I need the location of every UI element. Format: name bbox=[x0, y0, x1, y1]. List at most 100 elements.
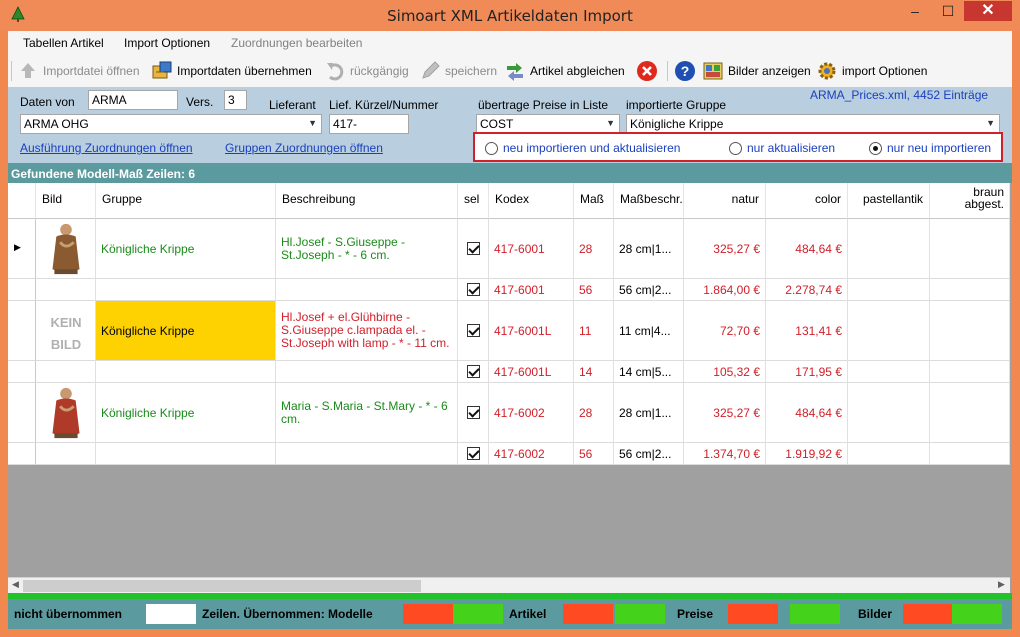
cell-natur[interactable]: 325,27 € bbox=[684, 219, 766, 279]
select-checkbox[interactable] bbox=[466, 324, 480, 337]
cell-beschreibung[interactable]: Hl.Josef - S.Giuseppe - St.Joseph - * - … bbox=[276, 219, 458, 279]
cell-bild[interactable]: KEIN BILD bbox=[36, 301, 96, 361]
cell-beschreibung[interactable] bbox=[276, 279, 458, 301]
select-checkbox[interactable] bbox=[466, 406, 480, 419]
row-header[interactable] bbox=[8, 383, 36, 443]
cell-pastell[interactable] bbox=[848, 279, 930, 301]
cell-sel[interactable] bbox=[458, 279, 489, 301]
column-header-beschreibung[interactable]: Beschreibung bbox=[276, 183, 458, 219]
open-file-button[interactable]: Importdatei öffnen bbox=[17, 60, 140, 82]
maximize-button[interactable]: ☐ bbox=[933, 1, 963, 21]
cell-massbeschr[interactable]: 56 cm|2... bbox=[614, 279, 684, 301]
cell-mass[interactable]: 28 bbox=[574, 383, 614, 443]
table-row[interactable]: KEIN BILD Königliche Krippe Hl.Josef + el.G… bbox=[8, 301, 1010, 361]
import-options-button[interactable]: import Optionen bbox=[816, 60, 927, 82]
menu-zuordnungen-bearbeiten[interactable]: Zuordnungen bearbeiten bbox=[231, 36, 362, 50]
column-header-pastell[interactable]: pastellantik bbox=[848, 183, 930, 219]
compare-articles-button[interactable]: Artikel abgleichen bbox=[504, 60, 625, 82]
cell-bild[interactable] bbox=[36, 279, 96, 301]
select-checkbox[interactable] bbox=[466, 242, 480, 255]
cell-braun[interactable] bbox=[930, 279, 1010, 301]
cell-natur[interactable]: 1.374,70 € bbox=[684, 443, 766, 465]
radio-nur-neu-importieren[interactable]: nur neu importieren bbox=[869, 141, 991, 155]
lieferant-select[interactable]: ARMA OHG ▼ bbox=[20, 114, 322, 134]
cell-natur[interactable]: 105,32 € bbox=[684, 361, 766, 383]
row-header[interactable] bbox=[8, 443, 36, 465]
menu-tabellen-artikel[interactable]: Tabellen Artikel bbox=[23, 36, 104, 50]
cell-bild[interactable] bbox=[36, 383, 96, 443]
show-images-button[interactable]: Bilder anzeigen bbox=[702, 60, 811, 82]
cell-mass[interactable]: 28 bbox=[574, 219, 614, 279]
cell-mass[interactable]: 56 bbox=[574, 279, 614, 301]
cell-gruppe[interactable]: Königliche Krippe bbox=[96, 219, 276, 279]
cell-braun[interactable] bbox=[930, 361, 1010, 383]
cell-massbeschr[interactable]: 28 cm|1... bbox=[614, 383, 684, 443]
cell-massbeschr[interactable]: 56 cm|2... bbox=[614, 443, 684, 465]
cell-bild[interactable] bbox=[36, 361, 96, 383]
cell-braun[interactable] bbox=[930, 301, 1010, 361]
cell-mass[interactable]: 56 bbox=[574, 443, 614, 465]
cell-sel[interactable] bbox=[458, 443, 489, 465]
daten-von-input[interactable]: ARMA bbox=[88, 90, 178, 110]
cell-kodex[interactable]: 417-6001 bbox=[489, 219, 574, 279]
scroll-thumb[interactable] bbox=[23, 580, 421, 592]
column-header-bild[interactable]: Bild bbox=[36, 183, 96, 219]
cell-sel[interactable] bbox=[458, 361, 489, 383]
column-header-gruppe[interactable]: Gruppe bbox=[96, 183, 276, 219]
undo-button[interactable]: rückgängig bbox=[324, 60, 409, 82]
ausfuehrung-zuordnungen-link[interactable]: Ausführung Zuordnungen öffnen bbox=[20, 141, 193, 155]
cell-gruppe[interactable]: Königliche Krippe bbox=[96, 301, 276, 361]
version-input[interactable]: 3 bbox=[224, 90, 247, 110]
cell-massbeschr[interactable]: 14 cm|5... bbox=[614, 361, 684, 383]
cancel-icon[interactable] bbox=[636, 60, 658, 82]
column-header-natur[interactable]: natur bbox=[684, 183, 766, 219]
apply-import-button[interactable]: Importdaten übernehmen bbox=[151, 60, 312, 82]
cell-mass[interactable]: 14 bbox=[574, 361, 614, 383]
cell-color[interactable]: 131,41 € bbox=[766, 301, 848, 361]
kuerzel-input[interactable]: 417- bbox=[329, 114, 409, 134]
cell-braun[interactable] bbox=[930, 219, 1010, 279]
cell-braun[interactable] bbox=[930, 383, 1010, 443]
radio-nur-aktualisieren[interactable]: nur aktualisieren bbox=[729, 141, 835, 155]
cell-pastell[interactable] bbox=[848, 219, 930, 279]
close-button[interactable]: ✕ bbox=[964, 1, 1012, 21]
cell-kodex[interactable]: 417-6001 bbox=[489, 279, 574, 301]
cell-gruppe[interactable]: Königliche Krippe bbox=[96, 383, 276, 443]
cell-beschreibung[interactable] bbox=[276, 443, 458, 465]
cell-color[interactable]: 1.919,92 € bbox=[766, 443, 848, 465]
cell-natur[interactable]: 72,70 € bbox=[684, 301, 766, 361]
cell-color[interactable]: 484,64 € bbox=[766, 219, 848, 279]
menu-import-optionen[interactable]: Import Optionen bbox=[124, 36, 210, 50]
cell-beschreibung[interactable]: Hl.Josef + el.Glühbirne - S.Giuseppe c.l… bbox=[276, 301, 458, 361]
cell-pastell[interactable] bbox=[848, 361, 930, 383]
cell-beschreibung[interactable] bbox=[276, 361, 458, 383]
gruppen-zuordnungen-link[interactable]: Gruppen Zuordnungen öffnen bbox=[225, 141, 383, 155]
column-header-massbeschr[interactable]: Maßbeschr. bbox=[614, 183, 684, 219]
cell-massbeschr[interactable]: 28 cm|1... bbox=[614, 219, 684, 279]
cell-kodex[interactable]: 417-6002 bbox=[489, 443, 574, 465]
cell-braun[interactable] bbox=[930, 443, 1010, 465]
cell-kodex[interactable]: 417-6001L bbox=[489, 361, 574, 383]
table-row[interactable]: ▶ Königliche Krippe Hl.Josef - S.Giuseppe … bbox=[8, 219, 1010, 279]
row-header[interactable]: ▶ bbox=[8, 219, 36, 279]
cell-sel[interactable] bbox=[458, 383, 489, 443]
cell-kodex[interactable]: 417-6002 bbox=[489, 383, 574, 443]
cell-natur[interactable]: 325,27 € bbox=[684, 383, 766, 443]
row-header[interactable] bbox=[8, 361, 36, 383]
horizontal-scrollbar[interactable]: ◀ ▶ bbox=[8, 577, 1010, 593]
cell-pastell[interactable] bbox=[848, 383, 930, 443]
cell-color[interactable]: 171,95 € bbox=[766, 361, 848, 383]
help-icon[interactable]: ? bbox=[674, 60, 696, 82]
cell-kodex[interactable]: 417-6001L bbox=[489, 301, 574, 361]
cell-bild[interactable] bbox=[36, 443, 96, 465]
cell-color[interactable]: 484,64 € bbox=[766, 383, 848, 443]
column-header-kodex[interactable]: Kodex bbox=[489, 183, 574, 219]
cell-natur[interactable]: 1.864,00 € bbox=[684, 279, 766, 301]
cell-pastell[interactable] bbox=[848, 443, 930, 465]
column-header-sel[interactable]: sel bbox=[458, 183, 489, 219]
cell-sel[interactable] bbox=[458, 219, 489, 279]
column-header-color[interactable]: color bbox=[766, 183, 848, 219]
table-row[interactable]: Königliche Krippe Maria - S.Maria - St.Ma… bbox=[8, 383, 1010, 443]
cell-gruppe[interactable] bbox=[96, 361, 276, 383]
cell-pastell[interactable] bbox=[848, 301, 930, 361]
